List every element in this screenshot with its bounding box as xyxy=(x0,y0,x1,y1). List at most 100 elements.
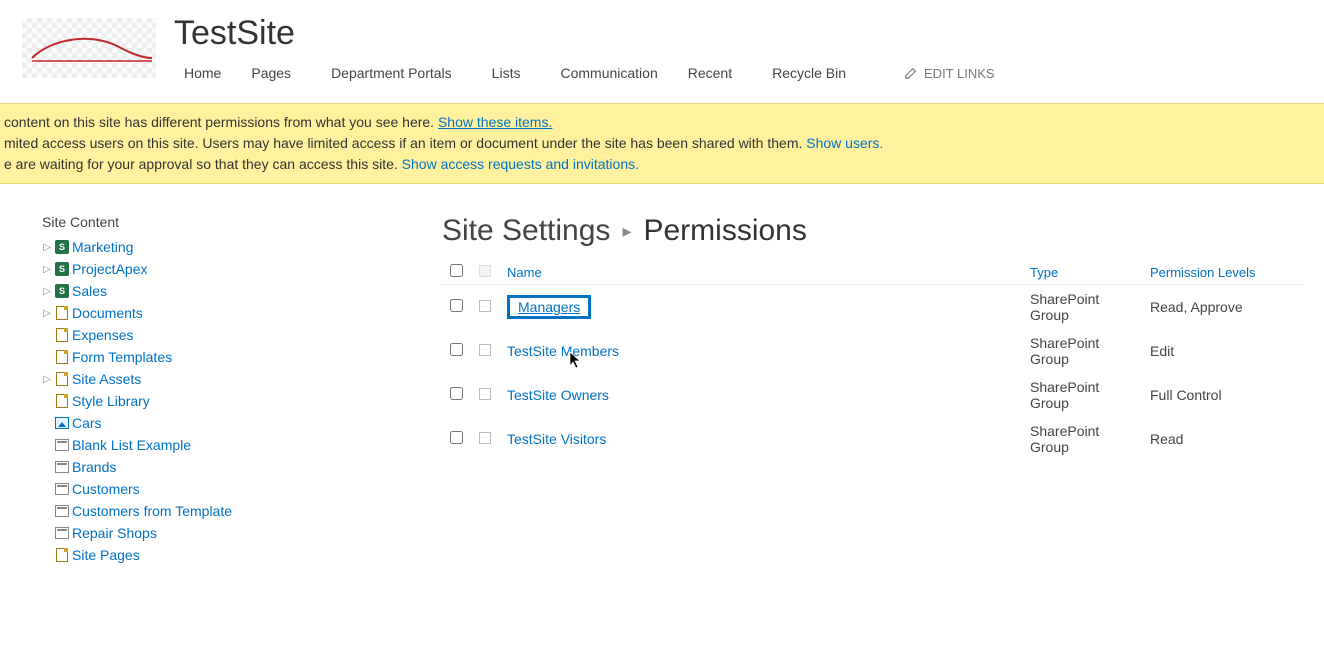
tree-item-customers[interactable]: Customers xyxy=(42,478,362,500)
sharepoint-site-icon: S xyxy=(54,283,70,299)
tree-item-expenses[interactable]: Expenses xyxy=(42,324,362,346)
notification-text: e are waiting for your approval so that … xyxy=(4,156,402,172)
expand-icon[interactable]: ▷ xyxy=(42,374,52,385)
edit-row-icon[interactable] xyxy=(479,388,491,400)
tree-item-link[interactable]: Customers xyxy=(72,481,140,497)
tree-item-link[interactable]: Form Templates xyxy=(72,349,172,365)
group-type: SharePoint Group xyxy=(1022,285,1142,330)
tree-item-form-templates[interactable]: Form Templates xyxy=(42,346,362,368)
notification-bar: content on this site has different permi… xyxy=(0,103,1324,184)
expand-icon[interactable]: ▷ xyxy=(42,242,52,253)
document-library-icon xyxy=(54,349,70,365)
tree-item-link[interactable]: Customers from Template xyxy=(72,503,232,519)
row-select-checkbox[interactable] xyxy=(450,343,463,356)
document-library-icon xyxy=(54,393,70,409)
site-logo[interactable] xyxy=(22,18,156,78)
tree-item-site-assets[interactable]: ▷ Site Assets xyxy=(42,368,362,390)
show-these-items-link[interactable]: Show these items. xyxy=(438,114,552,130)
site-content-tree: ▷SMarketing▷SProjectApex▷SSales▷Document… xyxy=(42,236,362,566)
tree-item-link[interactable]: Marketing xyxy=(72,239,133,255)
row-select-checkbox[interactable] xyxy=(450,387,463,400)
column-select-all xyxy=(442,260,471,285)
edit-row-icon[interactable] xyxy=(479,300,491,312)
tree-item-link[interactable]: Repair Shops xyxy=(72,525,157,541)
permission-levels: Edit xyxy=(1142,329,1302,373)
tree-item-cars[interactable]: Cars xyxy=(42,412,362,434)
edit-links-button[interactable]: EDIT LINKS xyxy=(904,66,995,81)
tree-item-link[interactable]: Blank List Example xyxy=(72,437,191,453)
tree-item-customers-from-template[interactable]: Customers from Template xyxy=(42,500,362,522)
column-type-header[interactable]: Type xyxy=(1022,260,1142,285)
nav-item-home[interactable]: Home xyxy=(174,61,231,85)
permission-levels: Read, Approve xyxy=(1142,285,1302,330)
nav-item-lists[interactable]: Lists xyxy=(482,61,531,85)
expand-icon[interactable]: ▷ xyxy=(42,286,52,297)
content-area: Site Content ▷SMarketing▷SProjectApex▷SS… xyxy=(0,184,1324,596)
table-row: TestSite OwnersSharePoint GroupFull Cont… xyxy=(442,373,1302,417)
tree-item-style-library[interactable]: Style Library xyxy=(42,390,362,412)
sidebar: Site Content ▷SMarketing▷SProjectApex▷SS… xyxy=(42,214,362,566)
tree-item-link[interactable]: Site Pages xyxy=(72,547,140,563)
tree-item-link[interactable]: Cars xyxy=(72,415,102,431)
tree-item-marketing[interactable]: ▷SMarketing xyxy=(42,236,362,258)
tree-item-documents[interactable]: ▷ Documents xyxy=(42,302,362,324)
sidebar-title: Site Content xyxy=(42,214,362,230)
column-levels-header[interactable]: Permission Levels xyxy=(1142,260,1302,285)
tree-item-link[interactable]: Style Library xyxy=(72,393,150,409)
tree-item-brands[interactable]: Brands xyxy=(42,456,362,478)
notification-line-1: content on this site has different permi… xyxy=(4,112,1320,133)
tree-item-blank-list-example[interactable]: Blank List Example xyxy=(42,434,362,456)
document-library-icon xyxy=(54,547,70,563)
show-users-link[interactable]: Show users. xyxy=(806,135,883,151)
list-icon xyxy=(54,525,70,541)
show-access-requests-link[interactable]: Show access requests and invitations. xyxy=(402,156,639,172)
permission-levels: Full Control xyxy=(1142,373,1302,417)
sharepoint-site-icon: S xyxy=(54,261,70,277)
notification-line-2: mited access users on this site. Users m… xyxy=(4,133,1320,154)
breadcrumb-parent[interactable]: Site Settings xyxy=(442,214,610,248)
nav-item-recent[interactable]: Recent xyxy=(678,61,742,85)
group-link-testsite-members[interactable]: TestSite Members xyxy=(507,343,619,359)
row-select-checkbox[interactable] xyxy=(450,431,463,444)
document-library-icon xyxy=(54,327,70,343)
expand-icon[interactable]: ▷ xyxy=(42,264,52,275)
list-icon xyxy=(54,437,70,453)
main-area: Site Settings ▸ Permissions Name Type Pe… xyxy=(442,214,1302,566)
tree-item-link[interactable]: ProjectApex xyxy=(72,261,147,277)
permission-levels: Read xyxy=(1142,417,1302,461)
tree-item-projectapex[interactable]: ▷SProjectApex xyxy=(42,258,362,280)
tree-item-link[interactable]: Site Assets xyxy=(72,371,141,387)
tree-item-link[interactable]: Sales xyxy=(72,283,107,299)
column-edit-header xyxy=(471,260,499,285)
tree-item-repair-shops[interactable]: Repair Shops xyxy=(42,522,362,544)
document-library-icon xyxy=(54,305,70,321)
breadcrumb: Site Settings ▸ Permissions xyxy=(442,214,1302,248)
breadcrumb-separator-icon: ▸ xyxy=(622,221,631,242)
nav-item-pages[interactable]: Pages xyxy=(241,61,301,85)
breadcrumb-current: Permissions xyxy=(643,214,806,248)
expand-icon[interactable]: ▷ xyxy=(42,308,52,319)
group-link-testsite-owners[interactable]: TestSite Owners xyxy=(507,387,609,403)
nav-item-communication[interactable]: Communication xyxy=(550,61,667,85)
column-name-header[interactable]: Name xyxy=(499,260,1022,285)
table-row: TestSite Visitors SharePoint GroupRead xyxy=(442,417,1302,461)
edit-row-icon[interactable] xyxy=(479,344,491,356)
site-title[interactable]: TestSite xyxy=(174,14,995,53)
select-all-checkbox[interactable] xyxy=(450,264,463,277)
tree-item-link[interactable]: Expenses xyxy=(72,327,133,343)
tree-item-link[interactable]: Brands xyxy=(72,459,116,475)
table-row: Managers SharePoint GroupRead, Approve xyxy=(442,285,1302,330)
group-link-managers[interactable]: Managers xyxy=(518,299,580,315)
top-nav: Home Pages Department Portals Lists Communic… xyxy=(174,61,995,85)
nav-item-recycle-bin[interactable]: Recycle Bin xyxy=(762,61,856,85)
edit-row-icon[interactable] xyxy=(479,432,491,444)
tree-item-link[interactable]: Documents xyxy=(72,305,143,321)
highlighted-selection: Managers xyxy=(507,295,591,319)
document-library-icon xyxy=(54,371,70,387)
group-link-testsite-visitors[interactable]: TestSite Visitors xyxy=(507,431,606,447)
tree-item-sales[interactable]: ▷SSales xyxy=(42,280,362,302)
group-type: SharePoint Group xyxy=(1022,417,1142,461)
tree-item-site-pages[interactable]: Site Pages xyxy=(42,544,362,566)
nav-item-department-portals[interactable]: Department Portals xyxy=(321,61,462,85)
row-select-checkbox[interactable] xyxy=(450,299,463,312)
